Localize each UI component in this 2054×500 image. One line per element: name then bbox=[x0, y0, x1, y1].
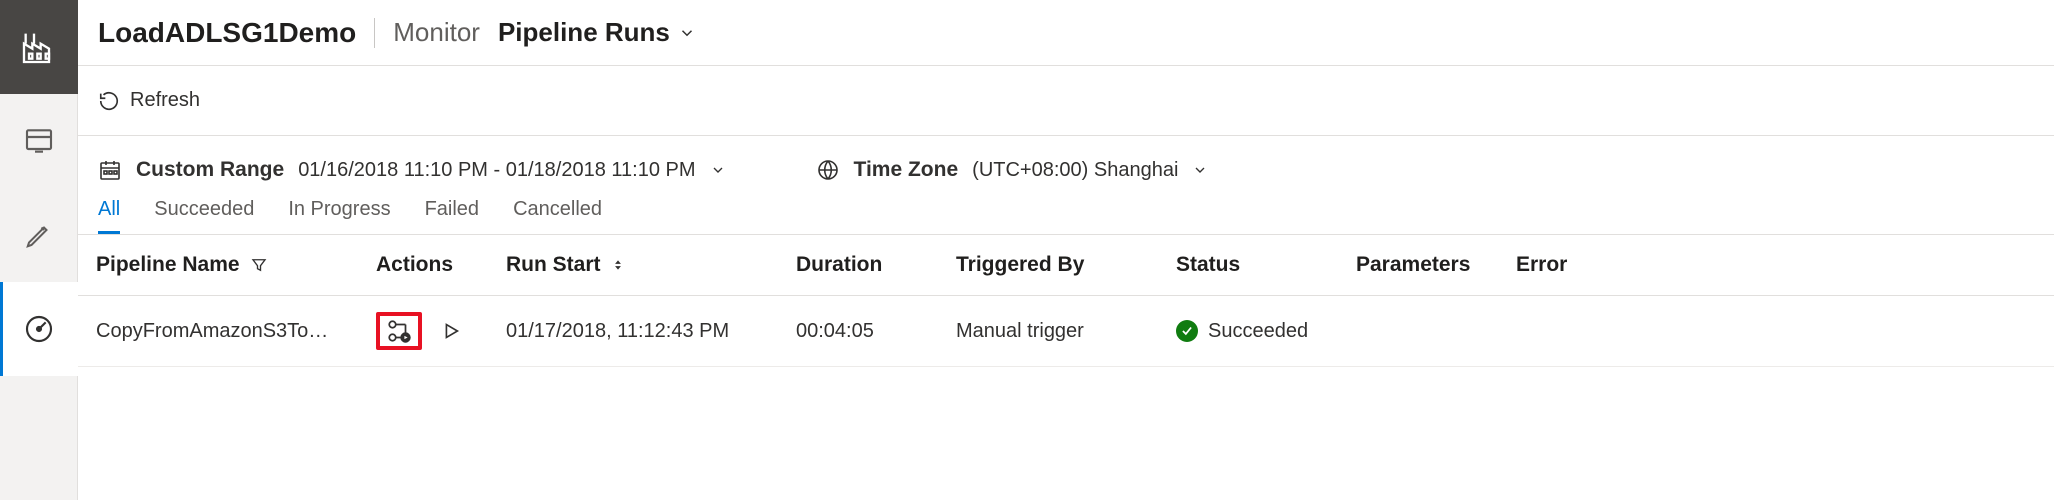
calendar-icon bbox=[98, 158, 122, 182]
overview-icon bbox=[23, 125, 55, 157]
breadcrumb-section: Monitor bbox=[393, 17, 480, 48]
th-run-start[interactable]: Run Start bbox=[506, 253, 601, 277]
refresh-label: Refresh bbox=[130, 89, 200, 112]
activity-runs-icon bbox=[386, 318, 412, 344]
date-range-value: 01/16/2018 11:10 PM - 01/18/2018 11:10 P… bbox=[298, 159, 695, 182]
tab-all[interactable]: All bbox=[98, 198, 120, 234]
table-row[interactable]: CopyFromAmazonS3To… bbox=[78, 296, 2054, 367]
breadcrumb: LoadADLSG1Demo Monitor Pipeline Runs bbox=[78, 0, 2054, 66]
cell-pipeline-name: CopyFromAmazonS3To… bbox=[78, 296, 358, 367]
th-status[interactable]: Status bbox=[1176, 253, 1240, 276]
th-actions: Actions bbox=[376, 253, 453, 276]
tab-cancelled[interactable]: Cancelled bbox=[513, 198, 602, 234]
sidebar-item-author[interactable] bbox=[0, 188, 78, 282]
refresh-icon bbox=[98, 90, 120, 112]
th-parameters[interactable]: Parameters bbox=[1356, 253, 1470, 276]
pencil-icon bbox=[24, 220, 54, 250]
status-tabs: All Succeeded In Progress Failed Cancell… bbox=[78, 192, 2054, 235]
timezone-control[interactable]: Time Zone (UTC+08:00) Shanghai bbox=[816, 158, 1209, 182]
th-duration[interactable]: Duration bbox=[796, 253, 882, 276]
timezone-label: Time Zone bbox=[854, 158, 959, 182]
filters-row: Custom Range 01/16/2018 11:10 PM - 01/18… bbox=[78, 136, 2054, 192]
filter-icon[interactable] bbox=[250, 256, 268, 274]
th-error[interactable]: Error bbox=[1516, 253, 1567, 276]
chevron-down-icon bbox=[678, 24, 696, 42]
factory-icon bbox=[19, 27, 59, 67]
sidebar-item-monitor[interactable] bbox=[0, 282, 78, 376]
main-content: LoadADLSG1Demo Monitor Pipeline Runs Ref… bbox=[78, 0, 2054, 500]
globe-icon bbox=[816, 158, 840, 182]
th-triggered-by[interactable]: Triggered By bbox=[956, 253, 1084, 276]
sidebar-item-factory[interactable] bbox=[0, 0, 78, 94]
cell-run-start: 01/17/2018, 11:12:43 PM bbox=[488, 296, 778, 367]
breadcrumb-current-label: Pipeline Runs bbox=[498, 17, 670, 48]
chevron-down-icon bbox=[710, 162, 726, 178]
tab-in-progress[interactable]: In Progress bbox=[288, 198, 390, 234]
sidebar-item-overview[interactable] bbox=[0, 94, 78, 188]
cell-actions bbox=[376, 312, 470, 350]
th-pipeline-name[interactable]: Pipeline Name bbox=[96, 253, 240, 277]
rerun-button[interactable] bbox=[440, 320, 462, 342]
command-bar: Refresh bbox=[78, 66, 2054, 136]
tab-failed[interactable]: Failed bbox=[425, 198, 479, 234]
chevron-down-icon bbox=[1192, 162, 1208, 178]
breadcrumb-separator bbox=[374, 18, 375, 48]
date-range-label: Custom Range bbox=[136, 158, 284, 182]
cell-error bbox=[1498, 296, 2054, 367]
cell-parameters bbox=[1338, 296, 1498, 367]
refresh-button[interactable]: Refresh bbox=[98, 89, 200, 112]
tab-succeeded[interactable]: Succeeded bbox=[154, 198, 254, 234]
runs-table: Pipeline Name Actions Run Start bbox=[78, 235, 2054, 367]
gauge-icon bbox=[23, 313, 55, 345]
view-activity-runs-button[interactable] bbox=[376, 312, 422, 350]
table-header-row: Pipeline Name Actions Run Start bbox=[78, 235, 2054, 296]
sort-icon[interactable] bbox=[611, 258, 625, 272]
status-text: Succeeded bbox=[1208, 320, 1308, 343]
factory-name: LoadADLSG1Demo bbox=[98, 17, 356, 49]
timezone-value: (UTC+08:00) Shanghai bbox=[972, 159, 1178, 182]
breadcrumb-dropdown[interactable]: Pipeline Runs bbox=[498, 17, 696, 48]
cell-duration: 00:04:05 bbox=[778, 296, 938, 367]
cell-status: Succeeded bbox=[1176, 320, 1320, 343]
left-sidebar bbox=[0, 0, 78, 500]
cell-triggered-by: Manual trigger bbox=[938, 296, 1158, 367]
date-range-control[interactable]: Custom Range 01/16/2018 11:10 PM - 01/18… bbox=[98, 158, 726, 182]
success-icon bbox=[1176, 320, 1198, 342]
